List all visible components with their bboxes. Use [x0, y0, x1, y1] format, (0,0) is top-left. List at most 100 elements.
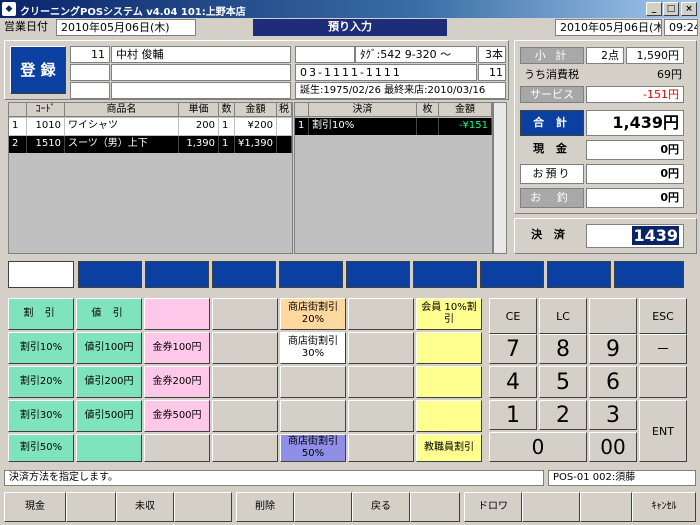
back-fkey[interactable]: 戻る: [352, 492, 410, 522]
settle-input-value: 1439: [632, 226, 679, 245]
blank-button[interactable]: [348, 434, 414, 462]
key-00[interactable]: 00: [589, 432, 637, 462]
blank-button[interactable]: [212, 366, 278, 398]
blank-yellow-button[interactable]: [416, 332, 482, 364]
key-3[interactable]: 3: [589, 400, 637, 430]
tab-9[interactable]: [614, 261, 684, 288]
table-row-selected[interactable]: 2 1510 スーツ（男）上下 1,390 1 ¥1,390: [9, 136, 292, 153]
tab-7[interactable]: [480, 261, 544, 288]
delete-fkey[interactable]: 削除: [236, 492, 294, 522]
key-9[interactable]: 9: [589, 334, 637, 364]
tab-5[interactable]: [346, 261, 410, 288]
key-0[interactable]: 0: [489, 432, 587, 462]
cancel-fkey[interactable]: ｷｬﾝｾﾙ: [632, 492, 696, 522]
blank-fkey[interactable]: [294, 492, 352, 522]
blank-fkey[interactable]: [580, 492, 632, 522]
customer-field-2[interactable]: [70, 64, 110, 81]
esc-key[interactable]: ESC: [639, 298, 687, 334]
key-2[interactable]: 2: [539, 400, 587, 430]
register-button[interactable]: 登 録: [10, 46, 66, 94]
key-8[interactable]: 8: [539, 334, 587, 364]
voucher-500-button[interactable]: 金券500円: [144, 400, 210, 432]
enter-key[interactable]: ENT: [639, 400, 687, 462]
deposit-value[interactable]: 0円: [586, 164, 684, 184]
value-discount-200-button[interactable]: 値引200円: [76, 366, 142, 398]
voucher-200-button[interactable]: 金券200円: [144, 366, 210, 398]
key-7[interactable]: 7: [489, 334, 537, 364]
blank-button[interactable]: [348, 400, 414, 432]
customer-name[interactable]: 中村 俊輔: [111, 46, 291, 63]
cash-value[interactable]: 0円: [586, 140, 684, 160]
items-table[interactable]: ｺｰﾄﾞ 商品名 単価 数 金額 税 1 1010 ワイシャツ 200 1 ¥2…: [8, 102, 293, 254]
blank-fkey[interactable]: [66, 492, 116, 522]
blank-button[interactable]: [348, 366, 414, 398]
customer-field-5[interactable]: [111, 82, 291, 99]
blank-button[interactable]: [212, 332, 278, 364]
settle-table[interactable]: 決済 枚 金額 1 割引10% -¥151: [294, 102, 493, 254]
maximize-button[interactable]: □: [663, 2, 679, 16]
value-discount-100-button[interactable]: 値引100円: [76, 332, 142, 364]
table-row[interactable]: 1 1010 ワイシャツ 200 1 ¥200: [9, 118, 292, 135]
lc-key[interactable]: LC: [539, 298, 587, 334]
tab-2[interactable]: [145, 261, 209, 288]
blank-fkey[interactable]: [410, 492, 460, 522]
col-qty-header: 数: [219, 103, 235, 117]
ce-key[interactable]: CE: [489, 298, 537, 334]
scrollbar[interactable]: [493, 102, 507, 254]
value-discount-500-button[interactable]: 値引500円: [76, 400, 142, 432]
customer-field-4[interactable]: [70, 82, 110, 99]
value-discount-button[interactable]: 値 引: [76, 298, 142, 330]
blank-button[interactable]: [144, 434, 210, 462]
blank-pink-button[interactable]: [144, 298, 210, 330]
staff-discount-button[interactable]: 教職員割引: [416, 434, 482, 462]
shop-discount-50-button[interactable]: 商店街割引 50%: [280, 434, 346, 462]
phone-number[interactable]: 03-1111-1111: [295, 64, 477, 81]
table-row-selected[interactable]: 1 割引10% -¥151: [295, 118, 492, 135]
discount-30-button[interactable]: 割引30%: [8, 400, 74, 432]
shop-discount-20-button[interactable]: 商店街割引 20%: [280, 298, 346, 330]
key-6[interactable]: 6: [589, 366, 637, 398]
tab-8[interactable]: [547, 261, 611, 288]
row-price: 1,390: [179, 136, 219, 153]
settle-input[interactable]: 1439: [586, 224, 684, 248]
discount-10-button[interactable]: 割引10%: [8, 332, 74, 364]
blank-mint-button[interactable]: [76, 434, 142, 462]
blank-button[interactable]: [212, 434, 278, 462]
row-price: 200: [179, 118, 219, 135]
minus-key[interactable]: －: [639, 334, 687, 364]
customer-field-3[interactable]: [111, 64, 291, 81]
blank-fkey[interactable]: [174, 492, 232, 522]
blank-button[interactable]: [348, 332, 414, 364]
close-button[interactable]: ×: [681, 2, 697, 16]
shop-discount-30-button[interactable]: 商店街割引 30%: [280, 332, 346, 364]
blank-yellow-button[interactable]: [416, 366, 482, 398]
blank-key[interactable]: [639, 366, 687, 398]
service-label: サービス: [520, 86, 584, 103]
drawer-fkey[interactable]: ドロワ: [464, 492, 522, 522]
blank-button[interactable]: [212, 400, 278, 432]
key-5[interactable]: 5: [539, 366, 587, 398]
blank-yellow-button[interactable]: [416, 400, 482, 432]
blank-button[interactable]: [280, 366, 346, 398]
blank-button[interactable]: [348, 298, 414, 330]
tab-active[interactable]: [8, 261, 74, 288]
member-discount-button[interactable]: 会員 10%割引: [416, 298, 482, 330]
customer-field-blank[interactable]: [295, 46, 355, 63]
minimize-button[interactable]: _: [646, 2, 662, 16]
key-1[interactable]: 1: [489, 400, 537, 430]
blank-button[interactable]: [212, 298, 278, 330]
discount-button[interactable]: 割 引: [8, 298, 74, 330]
blank-button[interactable]: [280, 400, 346, 432]
tab-3[interactable]: [212, 261, 276, 288]
cash-fkey[interactable]: 現金: [4, 492, 66, 522]
tab-4[interactable]: [279, 261, 343, 288]
blank-fkey[interactable]: [522, 492, 580, 522]
blank-key[interactable]: [589, 298, 637, 334]
discount-20-button[interactable]: 割引20%: [8, 366, 74, 398]
key-4[interactable]: 4: [489, 366, 537, 398]
tab-1[interactable]: [78, 261, 142, 288]
tab-6[interactable]: [413, 261, 477, 288]
discount-50-button[interactable]: 割引50%: [8, 434, 74, 462]
unpaid-fkey[interactable]: 未収: [116, 492, 174, 522]
voucher-100-button[interactable]: 金券100円: [144, 332, 210, 364]
